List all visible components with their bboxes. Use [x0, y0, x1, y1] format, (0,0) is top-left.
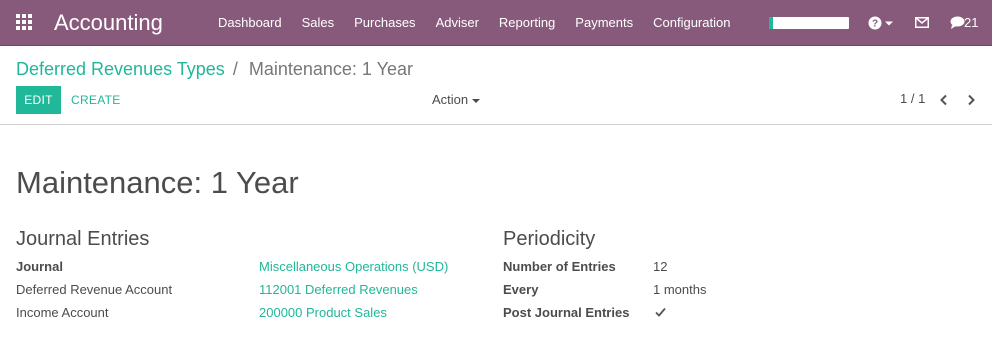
journal-entries-heading: Journal Entries — [16, 228, 150, 250]
menu-reporting[interactable]: Reporting — [489, 0, 565, 46]
post-journal-entries-checkbox[interactable] — [654, 306, 667, 319]
breadcrumb-parent[interactable]: Deferred Revenues Types — [16, 59, 225, 79]
progress-fill — [769, 17, 773, 29]
menu-sales[interactable]: Sales — [292, 0, 345, 46]
journal-link[interactable]: Miscellaneous Operations (USD) — [259, 258, 448, 276]
action-label: Action — [432, 92, 469, 107]
menu-configuration[interactable]: Configuration — [643, 0, 740, 46]
menu-purchases[interactable]: Purchases — [344, 0, 425, 46]
svg-text:?: ? — [872, 19, 878, 30]
action-dropdown[interactable]: Action — [432, 86, 481, 114]
income-account-link[interactable]: 200000 Product Sales — [259, 304, 387, 322]
breadcrumb: Deferred Revenues Types / Maintenance: 1… — [16, 57, 413, 81]
every-label: Every — [503, 282, 539, 297]
edit-button[interactable]: EDIT — [16, 86, 61, 114]
journal-label: Journal — [16, 259, 63, 274]
deferred-revenue-account-link[interactable]: 112001 Deferred Revenues — [259, 281, 418, 299]
menu-dashboard[interactable]: Dashboard — [208, 0, 292, 46]
app-title[interactable]: Accounting — [54, 9, 163, 37]
number-of-entries-label: Number of Entries — [503, 259, 616, 274]
deferred-revenue-account-label: Deferred Revenue Account — [16, 282, 173, 297]
record-title: Maintenance: 1 Year — [16, 165, 299, 200]
mail-icon[interactable] — [915, 17, 929, 28]
chat-icon[interactable] — [950, 16, 965, 29]
periodicity-heading: Periodicity — [503, 228, 596, 250]
control-panel-divider — [0, 124, 992, 125]
chat-unread-count[interactable]: 21 — [964, 14, 978, 32]
top-navbar: Accounting Dashboard Sales Purchases Adv… — [0, 0, 992, 46]
menu-adviser[interactable]: Adviser — [426, 0, 489, 46]
breadcrumb-current: Maintenance: 1 Year — [248, 59, 413, 79]
apps-grid-icon[interactable] — [16, 14, 33, 31]
number-of-entries-value: 12 — [653, 259, 668, 274]
create-button[interactable]: CREATE — [71, 86, 121, 114]
menu-payments[interactable]: Payments — [565, 0, 643, 46]
chevron-left-icon[interactable] — [939, 94, 949, 106]
every-value: 1 months — [653, 282, 707, 297]
income-account-label: Income Account — [16, 305, 109, 320]
pager-value[interactable]: 1 / 1 — [900, 86, 925, 112]
chevron-right-icon[interactable] — [966, 94, 976, 106]
caret-down-icon — [472, 98, 481, 103]
post-journal-entries-label: Post Journal Entries — [503, 305, 630, 320]
breadcrumb-separator: / — [232, 59, 238, 79]
main-menu: Dashboard Sales Purchases Adviser Report… — [208, 0, 740, 46]
help-icon[interactable]: ? — [868, 15, 894, 31]
onboarding-progress-bar[interactable] — [769, 17, 849, 29]
